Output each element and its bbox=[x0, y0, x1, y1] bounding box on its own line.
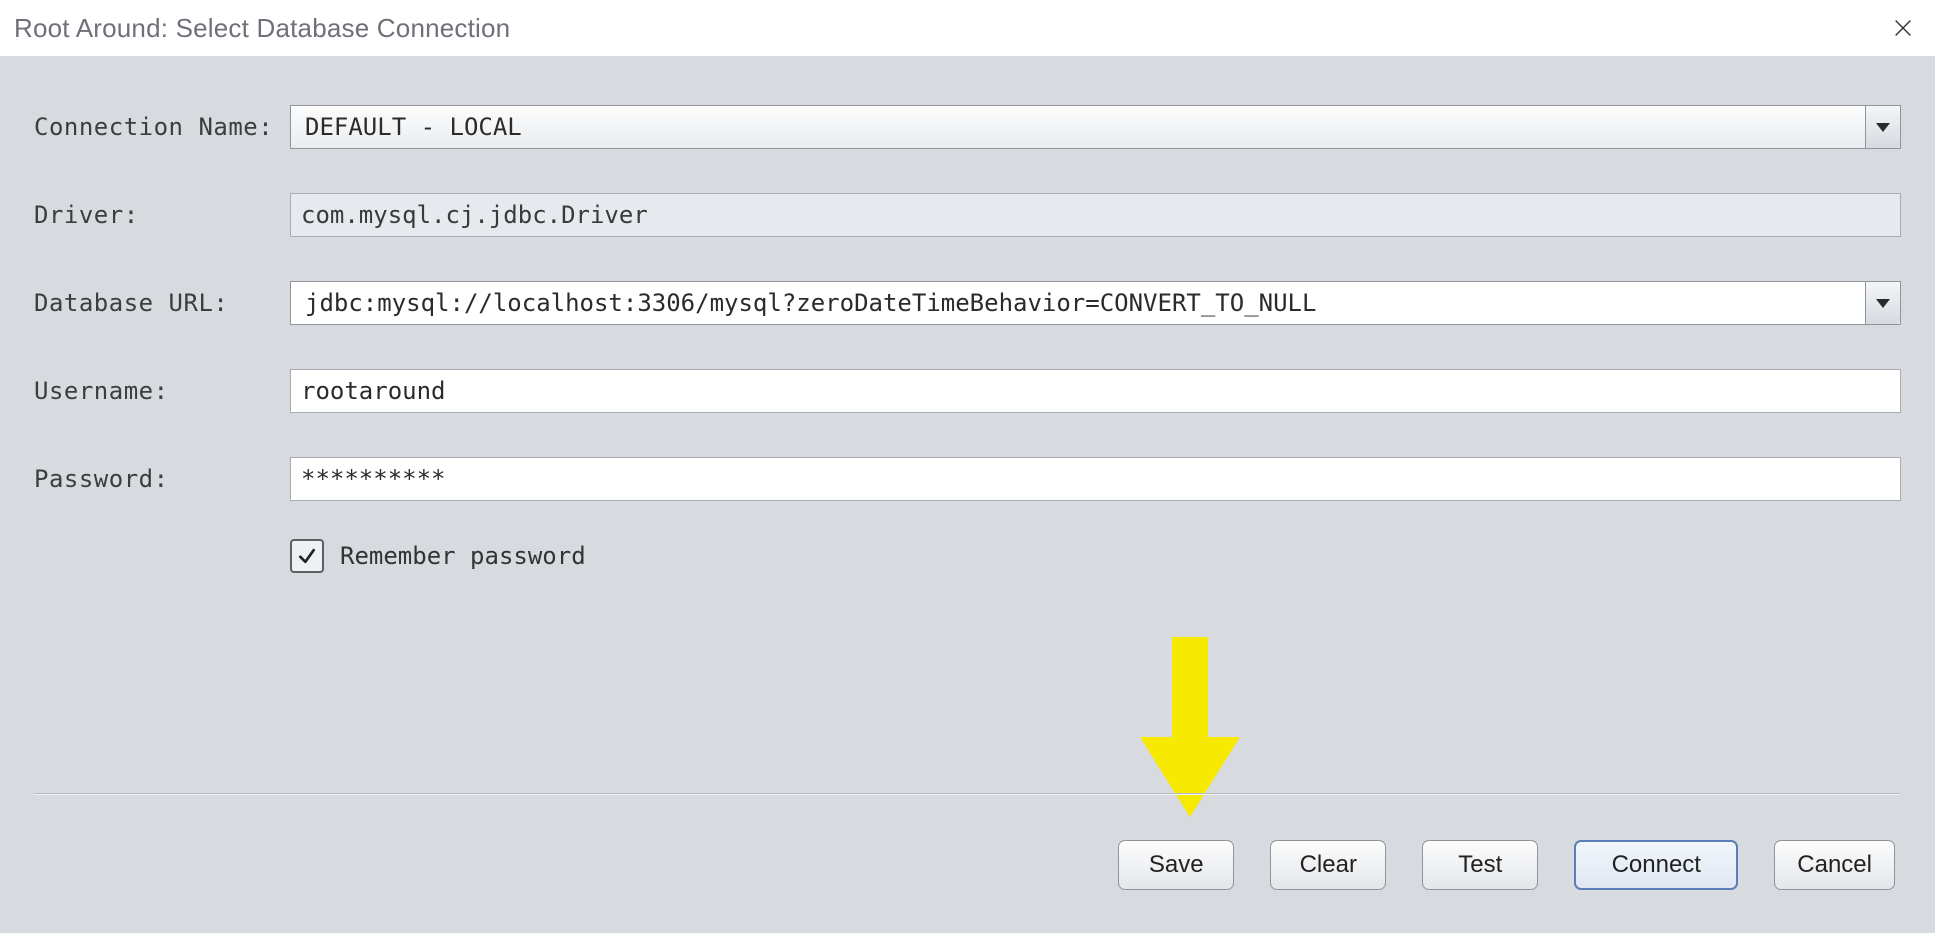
username-field[interactable] bbox=[290, 369, 1901, 413]
driver-label: Driver: bbox=[34, 201, 290, 229]
row-password: Password: bbox=[34, 457, 1901, 501]
password-label: Password: bbox=[34, 465, 290, 493]
button-bar: Save Clear Test Connect Cancel bbox=[1118, 840, 1895, 890]
database-url-label: Database URL: bbox=[34, 289, 290, 317]
database-url-value: jdbc:mysql://localhost:3306/mysql?zeroDa… bbox=[305, 289, 1316, 317]
close-icon[interactable] bbox=[1885, 10, 1921, 46]
chevron-down-icon[interactable] bbox=[1865, 282, 1900, 324]
connection-form: Connection Name: DEFAULT - LOCAL Driver:… bbox=[0, 57, 1935, 573]
title-bar: Root Around: Select Database Connection bbox=[0, 0, 1935, 56]
connect-button[interactable]: Connect bbox=[1574, 840, 1738, 890]
driver-field bbox=[290, 193, 1901, 237]
row-connection-name: Connection Name: DEFAULT - LOCAL bbox=[34, 105, 1901, 149]
remember-password-checkbox[interactable] bbox=[290, 539, 324, 573]
row-username: Username: bbox=[34, 369, 1901, 413]
separator bbox=[34, 793, 1901, 795]
clear-button[interactable]: Clear bbox=[1270, 840, 1386, 890]
row-database-url: Database URL: jdbc:mysql://localhost:330… bbox=[34, 281, 1901, 325]
username-label: Username: bbox=[34, 377, 290, 405]
test-button[interactable]: Test bbox=[1422, 840, 1538, 890]
connection-name-label: Connection Name: bbox=[34, 113, 290, 141]
save-button[interactable]: Save bbox=[1118, 840, 1234, 890]
check-icon bbox=[297, 546, 317, 566]
row-driver: Driver: bbox=[34, 193, 1901, 237]
window-title: Root Around: Select Database Connection bbox=[14, 13, 510, 44]
connection-name-value: DEFAULT - LOCAL bbox=[305, 113, 522, 141]
connection-name-combobox[interactable]: DEFAULT - LOCAL bbox=[290, 105, 1901, 149]
password-field[interactable] bbox=[290, 457, 1901, 501]
chevron-down-icon[interactable] bbox=[1865, 106, 1900, 148]
row-remember-password: Remember password bbox=[290, 539, 1901, 573]
annotation-arrow-icon bbox=[1140, 637, 1240, 837]
database-url-combobox[interactable]: jdbc:mysql://localhost:3306/mysql?zeroDa… bbox=[290, 281, 1901, 325]
cancel-button[interactable]: Cancel bbox=[1774, 840, 1895, 890]
dialog-body: Connection Name: DEFAULT - LOCAL Driver:… bbox=[0, 56, 1935, 933]
remember-password-label: Remember password bbox=[340, 542, 586, 570]
